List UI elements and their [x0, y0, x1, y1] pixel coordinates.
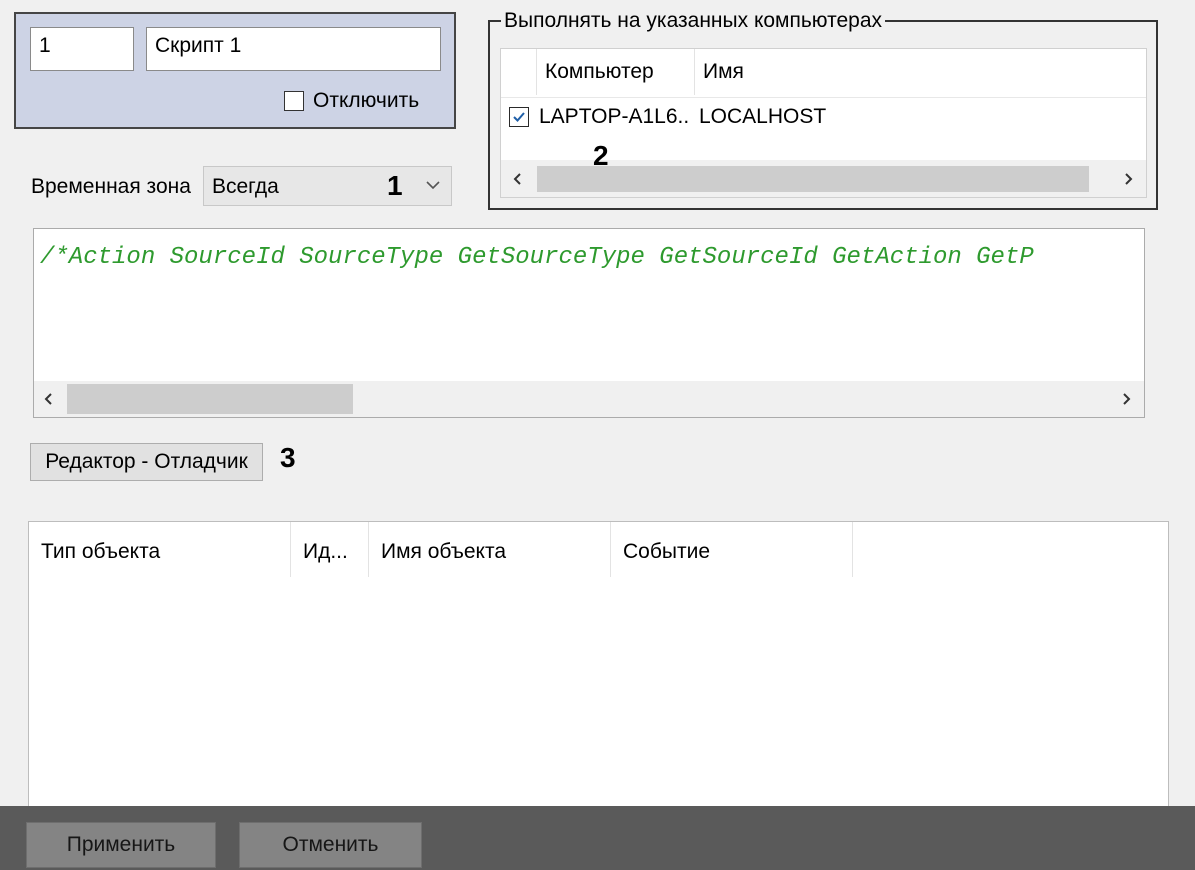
computers-grid-header: Компьютер Имя [501, 49, 1146, 95]
chevron-down-icon [426, 181, 440, 190]
events-header-object-type[interactable]: Тип объекта [29, 522, 291, 577]
events-header-id[interactable]: Ид... [291, 522, 369, 577]
disable-checkbox-label: Отключить [313, 89, 420, 112]
events-header-object-name[interactable]: Имя объекта [369, 522, 611, 577]
scrollbar-thumb[interactable] [67, 384, 353, 414]
callout-2: 2 [593, 140, 609, 171]
computers-group-title: Выполнять на указанных компьютерах [501, 10, 885, 32]
apply-button[interactable]: Применить [26, 822, 216, 868]
chevron-left-icon[interactable] [511, 172, 525, 186]
events-table[interactable]: Тип объекта Ид... Имя объекта Событие [28, 521, 1169, 811]
time-zone-label: Временная зона [31, 175, 191, 198]
grid-header-computer[interactable]: Компьютер [537, 49, 695, 95]
disable-checkbox-row[interactable]: Отключить [284, 88, 419, 114]
row-name: LOCALHOST [699, 105, 827, 128]
row-checkbox-cell[interactable] [509, 98, 535, 136]
cancel-button[interactable]: Отменить [239, 822, 422, 868]
editor-debugger-button[interactable]: Редактор - Отладчик [30, 443, 263, 481]
events-header-event[interactable]: Событие [611, 522, 853, 577]
table-row[interactable]: LAPTOP-A1L6.. LOCALHOST [501, 97, 1146, 136]
callout-1: 1 [387, 170, 403, 201]
row-computer: LAPTOP-A1L6.. [539, 105, 689, 128]
grid-header-name[interactable]: Имя [695, 49, 845, 95]
grid-header-checkbox-col [501, 49, 537, 95]
time-zone-select[interactable]: Всегда [203, 166, 452, 206]
footer-bar: Применить Отменить [0, 806, 1195, 870]
editor-hscrollbar[interactable] [34, 381, 1144, 417]
scrollbar-thumb[interactable] [537, 166, 1089, 192]
script-id-field[interactable]: 1 [30, 27, 134, 71]
chevron-right-icon[interactable] [1121, 172, 1135, 186]
chevron-right-icon[interactable] [1119, 392, 1133, 406]
checkmark-icon [513, 112, 525, 122]
callout-3: 3 [280, 442, 296, 473]
row-checkbox[interactable] [509, 107, 529, 127]
time-zone-value: Всегда [212, 175, 279, 198]
script-name-field[interactable]: Скрипт 1 [146, 27, 441, 71]
chevron-left-icon[interactable] [42, 392, 56, 406]
disable-checkbox[interactable] [284, 91, 304, 111]
computers-grid: Компьютер Имя LAPTOP-A1L6.. LOCALHOST [500, 48, 1147, 198]
script-code[interactable]: /*Action SourceId SourceType GetSourceTy… [40, 243, 1034, 273]
script-editor[interactable]: /*Action SourceId SourceType GetSourceTy… [33, 228, 1145, 418]
